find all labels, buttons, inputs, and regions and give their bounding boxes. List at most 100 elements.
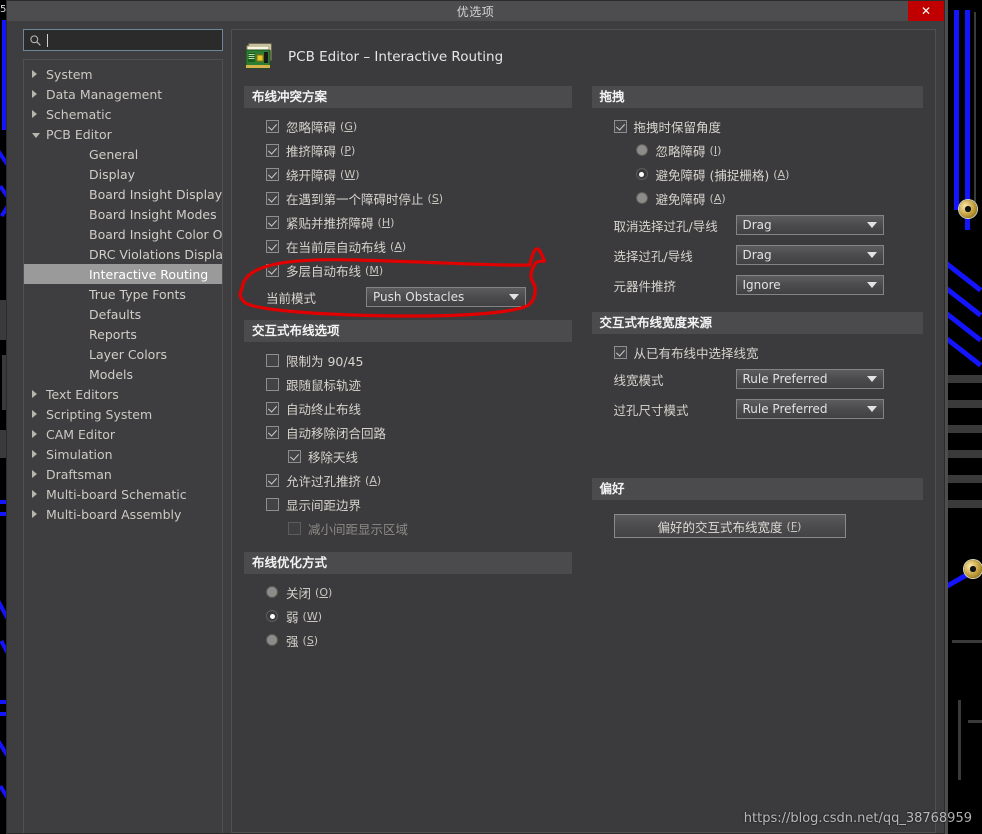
routing-conflict-option-3-row[interactable]: 在遇到第一个障碍时停止 (S) — [266, 186, 572, 210]
routing-optimization-1-radio[interactable] — [266, 610, 278, 622]
pick-width-checkbox[interactable] — [613, 345, 627, 359]
hotkey-hint: (A) — [773, 167, 790, 181]
routing-option-6-row[interactable]: 显示间距边界 — [266, 492, 572, 516]
preserve-angle-checkbox-row[interactable]: 拖拽时保留角度 — [613, 114, 924, 138]
sidebar-item-display[interactable]: Display — [24, 164, 222, 184]
routing-conflict-option-1-row[interactable]: 推挤障碍 (P) — [266, 138, 572, 162]
sidebar-item-scripting-system[interactable]: Scripting System — [24, 404, 222, 424]
routing-option-0-checkbox[interactable] — [266, 353, 279, 367]
routing-conflict-option-0-checkbox[interactable] — [266, 119, 279, 133]
preferred-routing-widths-button[interactable]: 偏好的交互式布线宽度 (F) — [613, 514, 846, 538]
sidebar-item-text-editors[interactable]: Text Editors — [24, 384, 222, 404]
sidebar-item-multi-board-assembly[interactable]: Multi-board Assembly — [24, 504, 222, 524]
chevron-right-icon[interactable] — [32, 430, 37, 438]
current-mode-select[interactable]: Push Obstacles — [366, 287, 526, 307]
routing-conflict-option-5-checkbox[interactable] — [266, 239, 279, 253]
preferences-tree[interactable]: System Data Management Schematic PCB Editor… — [23, 59, 223, 833]
dragging-radio-0-row[interactable]: 忽略障碍 (I) — [635, 138, 924, 162]
dialog-titlebar[interactable]: 优选项 ✕ — [7, 1, 944, 21]
chevron-right-icon[interactable] — [32, 90, 37, 98]
chevron-down-icon — [866, 282, 877, 288]
sidebar-item-schematic[interactable]: Schematic — [24, 104, 222, 124]
routing-optimization-0-radio[interactable] — [266, 586, 278, 598]
sidebar-item-pcb-editor[interactable]: PCB Editor — [24, 124, 222, 144]
chevron-right-icon[interactable] — [32, 510, 37, 518]
sidebar-item-models[interactable]: Models — [24, 364, 222, 384]
sidebar-item-label: Models — [89, 366, 134, 382]
preferred-routing-widths-label: 偏好的交互式布线宽度 — [657, 519, 783, 535]
dragging-field-1-select[interactable]: Drag — [735, 245, 884, 265]
routing-optimization-2-radio[interactable] — [266, 634, 278, 646]
routing-option-1-row[interactable]: 跟随鼠标轨迹 — [266, 372, 572, 396]
dragging-field-0-label: 取消选择过孔/导线 — [613, 218, 718, 234]
pick-width-checkbox-row[interactable]: 从已有布线中选择线宽 — [613, 340, 924, 364]
chevron-right-icon[interactable] — [32, 450, 37, 458]
routing-conflict-option-1-label: 推挤障碍 — [286, 143, 337, 159]
routing-option-3-checkbox[interactable] — [266, 425, 279, 439]
sidebar-item-interactive-routing[interactable]: Interactive Routing — [24, 264, 222, 284]
chevron-right-icon[interactable] — [32, 470, 37, 478]
sidebar-item-draftsman[interactable]: Draftsman — [24, 464, 222, 484]
dragging-radio-group: 忽略障碍 (I) 避免障碍 (捕捉栅格) (A) 避免障碍 (A) — [614, 138, 924, 210]
routing-option-2-row[interactable]: 自动终止布线 — [266, 396, 572, 420]
dragging-radio-1-radio[interactable] — [635, 168, 648, 180]
routing-option-3-row[interactable]: 自动移除闭合回路 — [266, 420, 572, 444]
routing-conflict-option-6-row[interactable]: 多层自动布线 (M) — [266, 258, 572, 282]
sidebar-item-drc-violations-display[interactable]: DRC Violations Display — [24, 244, 222, 264]
routing-conflict-option-2-checkbox[interactable] — [266, 167, 279, 181]
sidebar-item-defaults[interactable]: Defaults — [24, 304, 222, 324]
close-button[interactable]: ✕ — [908, 1, 944, 21]
routing-conflict-option-4-checkbox[interactable] — [266, 215, 279, 229]
chevron-down-icon[interactable] — [32, 133, 40, 138]
routing-option-0-row[interactable]: 限制为 90/45 — [266, 348, 572, 372]
routing-conflict-option-3-checkbox[interactable] — [266, 191, 279, 205]
dragging-radio-1-row[interactable]: 避免障碍 (捕捉栅格) (A) — [635, 162, 924, 186]
width-source-field-1-select[interactable]: Rule Preferred — [735, 399, 884, 419]
chevron-right-icon[interactable] — [32, 390, 37, 398]
routing-option-6-checkbox[interactable] — [266, 497, 279, 511]
chevron-right-icon[interactable] — [32, 490, 37, 498]
routing-option-5-checkbox[interactable] — [266, 473, 279, 487]
chevron-right-icon[interactable] — [32, 410, 37, 418]
preserve-angle-checkbox[interactable] — [613, 119, 627, 133]
search-box[interactable] — [23, 29, 223, 51]
sidebar-item-true-type-fonts[interactable]: True Type Fonts — [24, 284, 222, 304]
routing-option-1-checkbox[interactable] — [266, 377, 279, 391]
routing-optimization-0-row[interactable]: 关闭 (O) — [266, 580, 572, 604]
sidebar-item-general[interactable]: General — [24, 144, 222, 164]
dragging-radio-0-radio[interactable] — [635, 144, 648, 156]
width-source-field-0-select[interactable]: Rule Preferred — [735, 369, 884, 389]
routing-conflict-option-6-checkbox[interactable] — [266, 263, 279, 277]
routing-conflict-option-4-row[interactable]: 紧贴并推挤障碍 (H) — [266, 210, 572, 234]
dragging-field-0-row: 取消选择过孔/导线 Drag — [614, 210, 924, 240]
routing-conflict-option-2-row[interactable]: 绕开障碍 (W) — [266, 162, 572, 186]
sidebar-item-board-insight-display[interactable]: Board Insight Display — [24, 184, 222, 204]
sidebar-item-simulation[interactable]: Simulation — [24, 444, 222, 464]
sidebar-item-multi-board-schematic[interactable]: Multi-board Schematic — [24, 484, 222, 504]
dragging-field-0-select[interactable]: Drag — [735, 215, 884, 235]
sidebar-item-reports[interactable]: Reports — [24, 324, 222, 344]
sidebar-item-board-insight-modes[interactable]: Board Insight Modes — [24, 204, 222, 224]
sidebar-item-data-management[interactable]: Data Management — [24, 84, 222, 104]
routing-conflict-option-1-checkbox[interactable] — [266, 143, 279, 157]
dragging-field-2-select[interactable]: Ignore — [735, 275, 884, 295]
routing-option-4-row[interactable]: 移除天线 — [288, 444, 572, 468]
routing-conflict-option-5-row[interactable]: 在当前层自动布线 (A) — [266, 234, 572, 258]
routing-optimization-2-row[interactable]: 强 (S) — [266, 628, 572, 652]
routing-optimization-1-row[interactable]: 弱 (W) — [266, 604, 572, 628]
routing-option-2-checkbox[interactable] — [266, 401, 279, 415]
chevron-right-icon[interactable] — [32, 110, 37, 118]
routing-conflict-option-6-label: 多层自动布线 — [286, 263, 362, 279]
width-source-field-list: 线宽模式 Rule Preferred 过孔尺寸模式 Rule Preferred — [614, 364, 924, 424]
routing-conflict-option-0-row[interactable]: 忽略障碍 (G) — [266, 114, 572, 138]
routing-option-4-checkbox[interactable] — [288, 449, 301, 463]
dragging-radio-2-radio[interactable] — [635, 192, 648, 204]
search-input[interactable] — [47, 32, 217, 48]
dragging-radio-2-row[interactable]: 避免障碍 (A) — [635, 186, 924, 210]
chevron-right-icon[interactable] — [32, 70, 37, 78]
sidebar-item-cam-editor[interactable]: CAM Editor — [24, 424, 222, 444]
sidebar-item-system[interactable]: System — [24, 64, 222, 84]
sidebar-item-board-insight-color-overrides[interactable]: Board Insight Color Overrides — [24, 224, 222, 244]
routing-option-5-row[interactable]: 允许过孔推挤 (A) — [266, 468, 572, 492]
sidebar-item-layer-colors[interactable]: Layer Colors — [24, 344, 222, 364]
